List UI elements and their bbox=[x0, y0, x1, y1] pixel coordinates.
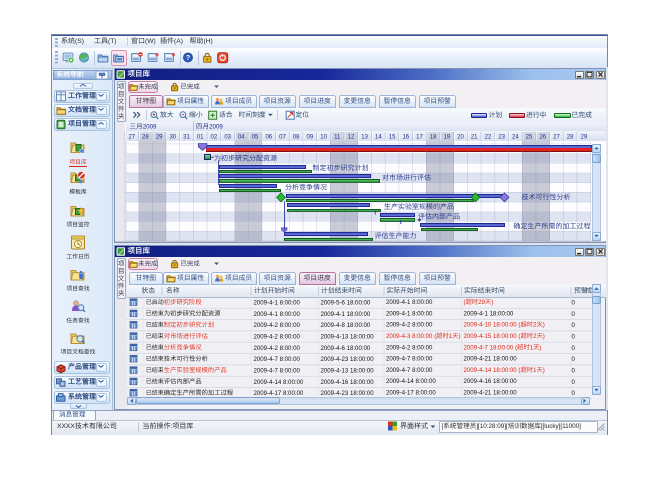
svg-text:2009-4-8 18:00:00: 2009-4-8 18:00:00 bbox=[321, 322, 371, 329]
svg-text:2009-4-1 8:00:00: 2009-4-1 8:00:00 bbox=[254, 311, 301, 318]
svg-text:): ) bbox=[543, 322, 545, 329]
svg-text:(H): (H) bbox=[204, 38, 213, 45]
svg-text:2009-4-2 8:00:00: 2009-4-2 8:00:00 bbox=[254, 322, 301, 329]
svg-text:): ) bbox=[539, 344, 541, 351]
svg-text:2009-4-21 18:00:00: 2009-4-21 18:00:00 bbox=[464, 356, 518, 363]
svg-text:2009-4-2 8:00:00: 2009-4-2 8:00:00 bbox=[254, 345, 301, 352]
svg-text:2009-4-2 8:00:00: 2009-4-2 8:00:00 bbox=[386, 344, 433, 351]
svg-text:2: 2 bbox=[533, 333, 537, 340]
svg-text:2009-4-16 18:00:00: 2009-4-16 18:00:00 bbox=[464, 378, 518, 385]
svg-text:1: 1 bbox=[449, 333, 453, 340]
svg-text:): ) bbox=[543, 333, 545, 340]
svg-text:2009: 2009 bbox=[209, 124, 223, 131]
svg-text:(T): (T) bbox=[108, 38, 117, 45]
svg-text:29: 29 bbox=[478, 299, 485, 306]
svg-text:2009-4-7 8:00:00: 2009-4-7 8:00:00 bbox=[386, 356, 433, 363]
svg-text:][10:28:09][: ][10:28:09][ bbox=[476, 423, 508, 430]
svg-text:2009-4-10 18:00:00: 2009-4-10 18:00:00 bbox=[464, 322, 518, 329]
svg-text:2009: 2009 bbox=[143, 124, 157, 131]
svg-text:(: ( bbox=[518, 333, 520, 340]
svg-text:2009-4-14 8:00:00: 2009-4-14 8:00:00 bbox=[254, 379, 304, 386]
svg-text:2009-4-7 8:00:00: 2009-4-7 8:00:00 bbox=[386, 367, 433, 374]
svg-text:(: ( bbox=[518, 367, 520, 374]
svg-text:2009-4-1 18:00:00: 2009-4-1 18:00:00 bbox=[464, 310, 514, 317]
svg-text:(A): (A) bbox=[174, 38, 183, 45]
svg-text:2009-4-14 8:00:00: 2009-4-14 8:00:00 bbox=[386, 378, 436, 385]
svg-text:2009-4-13 18:00:00: 2009-4-13 18:00:00 bbox=[321, 334, 375, 341]
svg-text:XXXX: XXXX bbox=[57, 423, 75, 430]
svg-text:2009-4-1 8:00:00: 2009-4-1 8:00:00 bbox=[386, 310, 433, 317]
svg-text:2009-4-2 8:00:00: 2009-4-2 8:00:00 bbox=[254, 334, 301, 341]
svg-text:2009-4-1 18:00:00: 2009-4-1 18:00:00 bbox=[321, 311, 371, 318]
svg-text:2009-4-7 18:00:00: 2009-4-7 18:00:00 bbox=[464, 344, 514, 351]
svg-text:2009-4-17 8:00:00: 2009-4-17 8:00:00 bbox=[254, 390, 304, 397]
svg-text:(S): (S) bbox=[75, 38, 84, 45]
svg-text:2009-4-7 8:00:00: 2009-4-7 8:00:00 bbox=[254, 356, 301, 363]
svg-text::: : bbox=[171, 423, 173, 430]
svg-text:2009-4-3 8:00:00: 2009-4-3 8:00:00 bbox=[386, 333, 433, 340]
svg-text:2009-4-23 18:00:00: 2009-4-23 18:00:00 bbox=[321, 390, 375, 397]
svg-text:2009-4-13 18:00:00: 2009-4-13 18:00:00 bbox=[321, 368, 375, 375]
svg-text:1: 1 bbox=[533, 367, 537, 374]
svg-text:0: 0 bbox=[572, 390, 576, 397]
svg-text:[: [ bbox=[442, 423, 444, 430]
svg-text:(: ( bbox=[464, 299, 466, 306]
svg-text:): ) bbox=[459, 333, 461, 340]
svg-text:2009-4-14 18:00:00: 2009-4-14 18:00:00 bbox=[464, 367, 518, 374]
svg-text:2009-4-21 18:00:00: 2009-4-21 18:00:00 bbox=[464, 390, 518, 397]
svg-text:2009-4-7 8:00:00: 2009-4-7 8:00:00 bbox=[254, 368, 301, 375]
svg-text:0: 0 bbox=[572, 300, 576, 307]
svg-text:][lucky][11000]: ][lucky][11000] bbox=[541, 423, 581, 430]
svg-text:2009-4-1 8:00:00: 2009-4-1 8:00:00 bbox=[254, 300, 301, 307]
svg-text:(W): (W) bbox=[145, 38, 156, 45]
svg-text:0: 0 bbox=[572, 368, 576, 375]
svg-text:(: ( bbox=[515, 344, 517, 351]
svg-text:2009-4-6 18:00:00: 2009-4-6 18:00:00 bbox=[321, 345, 371, 352]
svg-text:): ) bbox=[543, 367, 545, 374]
svg-text:2009-4-15 18:00:00: 2009-4-15 18:00:00 bbox=[464, 333, 518, 340]
svg-text:): ) bbox=[491, 299, 493, 306]
svg-text:0: 0 bbox=[572, 345, 576, 352]
svg-text:(: ( bbox=[434, 333, 436, 340]
svg-text:2009-4-16 18:00:00: 2009-4-16 18:00:00 bbox=[321, 379, 375, 386]
svg-text:2009-4-17 8:00:00: 2009-4-17 8:00:00 bbox=[386, 390, 436, 397]
svg-text:0: 0 bbox=[572, 379, 576, 386]
svg-text:0: 0 bbox=[572, 322, 576, 329]
svg-text:2009-4-1 8:00:00: 2009-4-1 8:00:00 bbox=[386, 299, 433, 306]
svg-text:0: 0 bbox=[572, 356, 576, 363]
svg-text:2009-4-2 8:00:00: 2009-4-2 8:00:00 bbox=[386, 322, 433, 329]
svg-text:0: 0 bbox=[572, 311, 576, 318]
svg-text:(: ( bbox=[518, 322, 520, 329]
svg-text:2: 2 bbox=[533, 322, 537, 329]
svg-text:0: 0 bbox=[572, 334, 576, 341]
svg-text:2009-5-6 18:00:00: 2009-5-6 18:00:00 bbox=[321, 300, 371, 307]
svg-text:2009-4-23 18:00:00: 2009-4-23 18:00:00 bbox=[321, 356, 375, 363]
svg-text:1: 1 bbox=[530, 344, 534, 351]
